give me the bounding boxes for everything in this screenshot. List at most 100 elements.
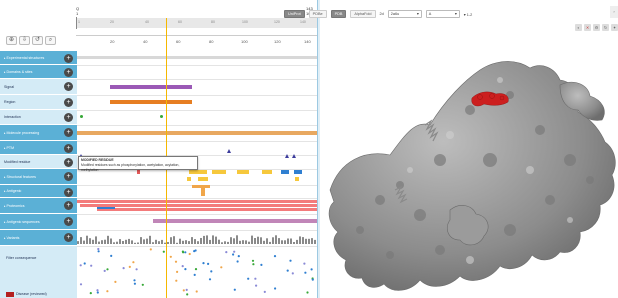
search-icon[interactable]: ⌕ xyxy=(45,36,56,45)
add-icon[interactable]: + xyxy=(64,97,73,107)
modified-residue-marker[interactable] xyxy=(292,154,296,158)
track-proteomics[interactable]: ▸ Proteomics + xyxy=(0,198,77,214)
add-icon[interactable]: + xyxy=(64,171,73,181)
variant-point[interactable] xyxy=(89,292,92,295)
track-ptm[interactable]: ▸ PTM + xyxy=(0,141,77,155)
variant-point[interactable] xyxy=(304,271,307,274)
expand-icon[interactable]: › xyxy=(610,6,618,18)
variant-point[interactable] xyxy=(141,283,144,286)
modified-residue-marker[interactable] xyxy=(285,154,289,158)
variant-point[interactable] xyxy=(255,284,258,287)
variant-point[interactable] xyxy=(106,290,109,293)
variant-point[interactable] xyxy=(181,265,184,268)
variant-point[interactable] xyxy=(128,265,131,268)
track-modified-residue[interactable]: Modified residue + xyxy=(0,155,77,169)
pdbe-button[interactable]: PDBe xyxy=(308,10,327,18)
settings-icon[interactable]: ⚙ xyxy=(593,24,600,31)
variant-point[interactable] xyxy=(195,290,198,293)
proteomics-peptides[interactable] xyxy=(77,200,317,203)
variant-point[interactable] xyxy=(188,252,191,256)
add-icon[interactable]: + xyxy=(64,112,73,122)
screenshot-icon[interactable]: ✦ xyxy=(611,24,618,31)
strand-feature[interactable] xyxy=(294,170,302,174)
track-antigenic-sequences[interactable]: ▸ Antigenic sequences + xyxy=(0,214,77,230)
close-icon[interactable]: ✕ xyxy=(584,24,591,31)
variant-point[interactable] xyxy=(247,277,250,280)
variant-point[interactable] xyxy=(175,279,178,282)
variant-point[interactable] xyxy=(122,267,125,270)
add-icon[interactable]: + xyxy=(64,157,73,167)
variant-point[interactable] xyxy=(207,262,210,265)
variant-point[interactable] xyxy=(176,270,179,273)
add-icon[interactable]: + xyxy=(64,81,73,91)
minimap-handle[interactable] xyxy=(76,17,77,29)
variant-point[interactable] xyxy=(194,268,198,271)
variants-viewer[interactable] xyxy=(77,246,317,298)
variant-point[interactable] xyxy=(193,273,196,276)
variant-point[interactable] xyxy=(225,251,228,254)
variant-point[interactable] xyxy=(103,269,106,272)
add-icon[interactable]: + xyxy=(64,67,73,77)
interaction-point[interactable] xyxy=(80,115,83,118)
variant-point[interactable] xyxy=(311,278,314,281)
signal-feature[interactable] xyxy=(110,85,192,89)
track-signal[interactable]: Signal + xyxy=(0,79,77,95)
experimental-structure-coverage[interactable] xyxy=(77,56,317,59)
variant-point[interactable] xyxy=(184,268,187,271)
variant-point[interactable] xyxy=(96,289,99,292)
molecular-surface[interactable] xyxy=(320,40,618,298)
variant-point[interactable] xyxy=(97,250,100,253)
variant-point[interactable] xyxy=(182,289,185,292)
add-icon[interactable]: + xyxy=(64,53,73,63)
chain-select[interactable]: A xyxy=(425,10,460,18)
helix-feature[interactable] xyxy=(212,170,226,174)
helix-feature[interactable] xyxy=(295,177,299,181)
contrast-icon[interactable]: ◐ xyxy=(575,24,582,31)
variant-point[interactable] xyxy=(233,288,236,291)
track-domains-sites[interactable]: ▸ Domains & sites + xyxy=(0,65,77,79)
variant-point[interactable] xyxy=(186,293,189,296)
region-feature[interactable] xyxy=(110,100,192,104)
helix-feature[interactable] xyxy=(187,177,191,181)
proteomics-unique-peptide[interactable] xyxy=(97,207,115,209)
variant-point[interactable] xyxy=(237,255,240,258)
add-icon[interactable]: + xyxy=(64,232,73,242)
variant-point[interactable] xyxy=(132,261,135,264)
variant-point[interactable] xyxy=(79,283,83,286)
variant-point[interactable] xyxy=(232,253,235,256)
helix-feature[interactable] xyxy=(262,170,272,174)
track-region[interactable]: Region + xyxy=(0,95,77,110)
disease-swatch[interactable] xyxy=(6,292,14,297)
variant-point[interactable] xyxy=(174,260,178,263)
variant-point[interactable] xyxy=(90,264,93,267)
interaction-point[interactable] xyxy=(160,115,163,118)
track-variants[interactable]: ▸ Variants + xyxy=(0,230,77,246)
add-icon[interactable]: + xyxy=(64,200,73,210)
variant-point[interactable] xyxy=(169,255,172,258)
strand-feature[interactable] xyxy=(281,170,289,174)
variant-point[interactable] xyxy=(110,254,113,257)
add-icon[interactable]: + xyxy=(64,127,73,137)
track-structural-features[interactable]: ▸ Structural features + xyxy=(0,169,77,185)
disease-filter-label[interactable]: Disease (reviewed) xyxy=(16,292,47,296)
add-icon[interactable]: + xyxy=(64,187,73,197)
variant-point[interactable] xyxy=(96,291,99,294)
variant-point[interactable] xyxy=(263,290,266,293)
zoom-in-icon[interactable]: ⊕ xyxy=(6,36,17,45)
variant-point[interactable] xyxy=(133,282,136,285)
variant-point[interactable] xyxy=(106,268,109,271)
pdb-button[interactable]: PDB xyxy=(330,10,347,18)
variant-point[interactable] xyxy=(83,262,86,265)
reset-icon[interactable]: ↻ xyxy=(602,24,609,31)
proteomics-peptides[interactable] xyxy=(97,208,317,211)
antigen-feature[interactable] xyxy=(201,188,205,196)
variant-point[interactable] xyxy=(202,262,205,265)
modified-residue-marker[interactable] xyxy=(227,149,231,153)
variant-point[interactable] xyxy=(133,279,136,282)
variant-point[interactable] xyxy=(310,268,313,271)
variant-point[interactable] xyxy=(260,263,263,266)
alphafold-button[interactable]: AlphaFold xyxy=(350,10,376,18)
variant-point[interactable] xyxy=(251,259,255,262)
track-experimental-structures[interactable]: ▸ Experimental structures + xyxy=(0,51,77,65)
variant-point[interactable] xyxy=(135,268,138,271)
